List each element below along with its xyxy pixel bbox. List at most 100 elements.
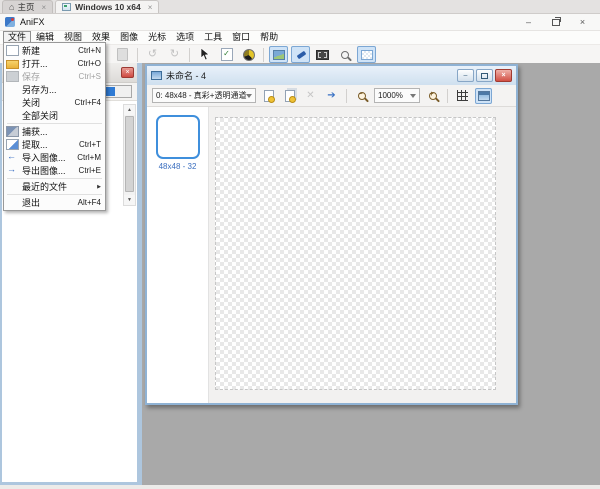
menu-separator (7, 194, 102, 195)
tab-vm[interactable]: Windows 10 x64 × (55, 0, 160, 13)
frame-thumbnail-label: 48x48 - 32 (158, 162, 197, 171)
scrollbar-thumb[interactable] (125, 116, 134, 192)
menu-cursor[interactable]: 光标 (143, 31, 171, 44)
chevron-down-icon (410, 93, 416, 98)
tab-bar: ⌂ 主页 × Windows 10 x64 × (0, 0, 600, 14)
preview-toggle-button[interactable] (269, 46, 288, 63)
paintbrush-icon (295, 49, 307, 60)
menu-icon-spacer (6, 97, 19, 108)
zoom-tool-button[interactable] (335, 46, 354, 63)
picture-icon (272, 49, 285, 60)
menu-item-export-image[interactable]: 导出图像... Ctrl+E (4, 164, 105, 177)
chevron-down-icon (246, 93, 253, 98)
preview-pane-button[interactable] (475, 87, 492, 104)
statusbar-strip (0, 485, 600, 489)
document-minimize-button[interactable]: – (457, 69, 474, 82)
toolbar-separator (346, 88, 347, 103)
menu-item-save-as[interactable]: 另存为... (4, 83, 105, 96)
add-image-button[interactable] (260, 88, 277, 104)
zoom-select[interactable]: 1000% (374, 88, 420, 103)
color-wheel-button[interactable] (239, 46, 258, 63)
menu-help[interactable]: 帮助 (255, 31, 283, 44)
draw-toggle-button[interactable] (291, 46, 310, 63)
menu-options[interactable]: 选项 (171, 31, 199, 44)
redo-button[interactable]: ↻ (165, 46, 184, 63)
scroll-up-icon[interactable]: ▲ (124, 105, 135, 115)
document-restore-button[interactable] (476, 69, 493, 82)
home-icon: ⌂ (9, 2, 15, 12)
menu-item-import-image[interactable]: 导入图像... Ctrl+M (4, 151, 105, 164)
cursor-tool-button[interactable] (195, 46, 214, 63)
open-folder-icon (6, 60, 19, 69)
document-close-button[interactable]: × (495, 69, 512, 82)
format-select-value: 0: 48x48 - 真彩+透明通道 (156, 91, 247, 100)
capture-icon (6, 126, 19, 137)
tab-vm-close-icon[interactable]: × (148, 3, 153, 12)
tab-vm-label: Windows 10 x64 (75, 2, 141, 12)
restore-icon (481, 72, 488, 79)
background-window-close-button[interactable]: × (121, 67, 134, 78)
menu-separator (7, 123, 102, 124)
menu-item-open[interactable]: 打开... Ctrl+O (4, 57, 105, 70)
zoom-out-button[interactable]: − (353, 88, 370, 104)
menu-window[interactable]: 窗口 (227, 31, 255, 44)
transparency-toggle-button[interactable] (357, 46, 376, 63)
preview-window-icon (477, 90, 490, 101)
zoom-in-button[interactable]: + (424, 88, 441, 104)
redo-icon: ↻ (169, 48, 180, 60)
document-titlebar[interactable]: 未命名 - 4 – × (147, 66, 516, 85)
vertical-scrollbar[interactable]: ▲ ▼ (123, 104, 136, 206)
import-image-icon (6, 151, 19, 163)
menu-tools[interactable]: 工具 (199, 31, 227, 44)
format-select[interactable]: 0: 48x48 - 真彩+透明通道 (152, 88, 256, 103)
menu-item-recent-files[interactable]: 最近的文件 ▶ (4, 180, 105, 193)
menu-item-save[interactable]: 保存 Ctrl+S (4, 70, 105, 83)
menu-icon-spacer (6, 197, 19, 208)
menu-item-close-all[interactable]: 全部关闭 (4, 109, 105, 122)
menu-icon-spacer (6, 110, 19, 121)
menu-icon-spacer (6, 181, 19, 192)
toolbar-separator (263, 47, 264, 62)
zoom-select-value: 1000% (378, 91, 403, 100)
frame-list: 48x48 - 32 (147, 107, 209, 403)
document-client-area: 48x48 - 32 (147, 107, 516, 403)
zoom-in-icon: + (428, 91, 437, 100)
maximize-button[interactable] (542, 15, 569, 29)
document-icon (151, 71, 162, 80)
scroll-down-icon[interactable]: ▼ (124, 195, 135, 205)
tab-home-close-icon[interactable]: × (41, 3, 46, 12)
tab-home-label: 主页 (17, 2, 35, 12)
editor-canvas[interactable] (209, 107, 516, 403)
file-menu-popup: 新建 Ctrl+N 打开... Ctrl+O 保存 Ctrl+S 另存为... … (3, 42, 106, 211)
color-wheel-icon (242, 48, 255, 61)
toolbar-separator (137, 47, 138, 62)
menu-item-exit[interactable]: 退出 Alt+F4 (4, 196, 105, 209)
toolbar-separator (447, 88, 448, 103)
test-area-button[interactable] (313, 46, 332, 63)
duplicate-image-button[interactable] (281, 88, 298, 104)
menu-item-close[interactable]: 关闭 Ctrl+F4 (4, 96, 105, 109)
anifx-titlebar: AniFX – × (0, 14, 600, 31)
test-cursor-button[interactable] (217, 46, 236, 63)
close-button[interactable]: × (569, 15, 596, 29)
zoom-out-icon: − (357, 91, 366, 100)
maximize-icon (551, 17, 561, 26)
delete-image-button[interactable]: ✕ (302, 88, 319, 104)
undo-button[interactable]: ↺ (143, 46, 162, 63)
menu-item-new[interactable]: 新建 Ctrl+N (4, 44, 105, 57)
transparent-image-area[interactable] (215, 117, 496, 390)
anifx-title: AniFX (20, 17, 45, 27)
frame-thumbnail-selected[interactable] (155, 115, 200, 159)
duplicate-image-icon (284, 89, 296, 103)
document-window: 未命名 - 4 – × 0: 48x48 - 真彩+透明通道 ✕ ➔ − 100… (145, 64, 518, 405)
paste-button[interactable] (113, 46, 132, 63)
menu-item-capture[interactable]: 捕获... (4, 125, 105, 138)
grid-toggle-button[interactable] (454, 88, 471, 104)
tab-home[interactable]: ⌂ 主页 × (2, 0, 54, 13)
export-image-button[interactable]: ➔ (323, 88, 340, 104)
export-arrow-icon: ➔ (327, 90, 336, 101)
menu-image[interactable]: 图像 (115, 31, 143, 44)
menu-item-extract[interactable]: 提取... Ctrl+T (4, 138, 105, 151)
vm-screen: ⌂ 主页 × Windows 10 x64 × AniFX – × 文件 编辑 … (0, 0, 600, 489)
minimize-button[interactable]: – (515, 15, 542, 29)
